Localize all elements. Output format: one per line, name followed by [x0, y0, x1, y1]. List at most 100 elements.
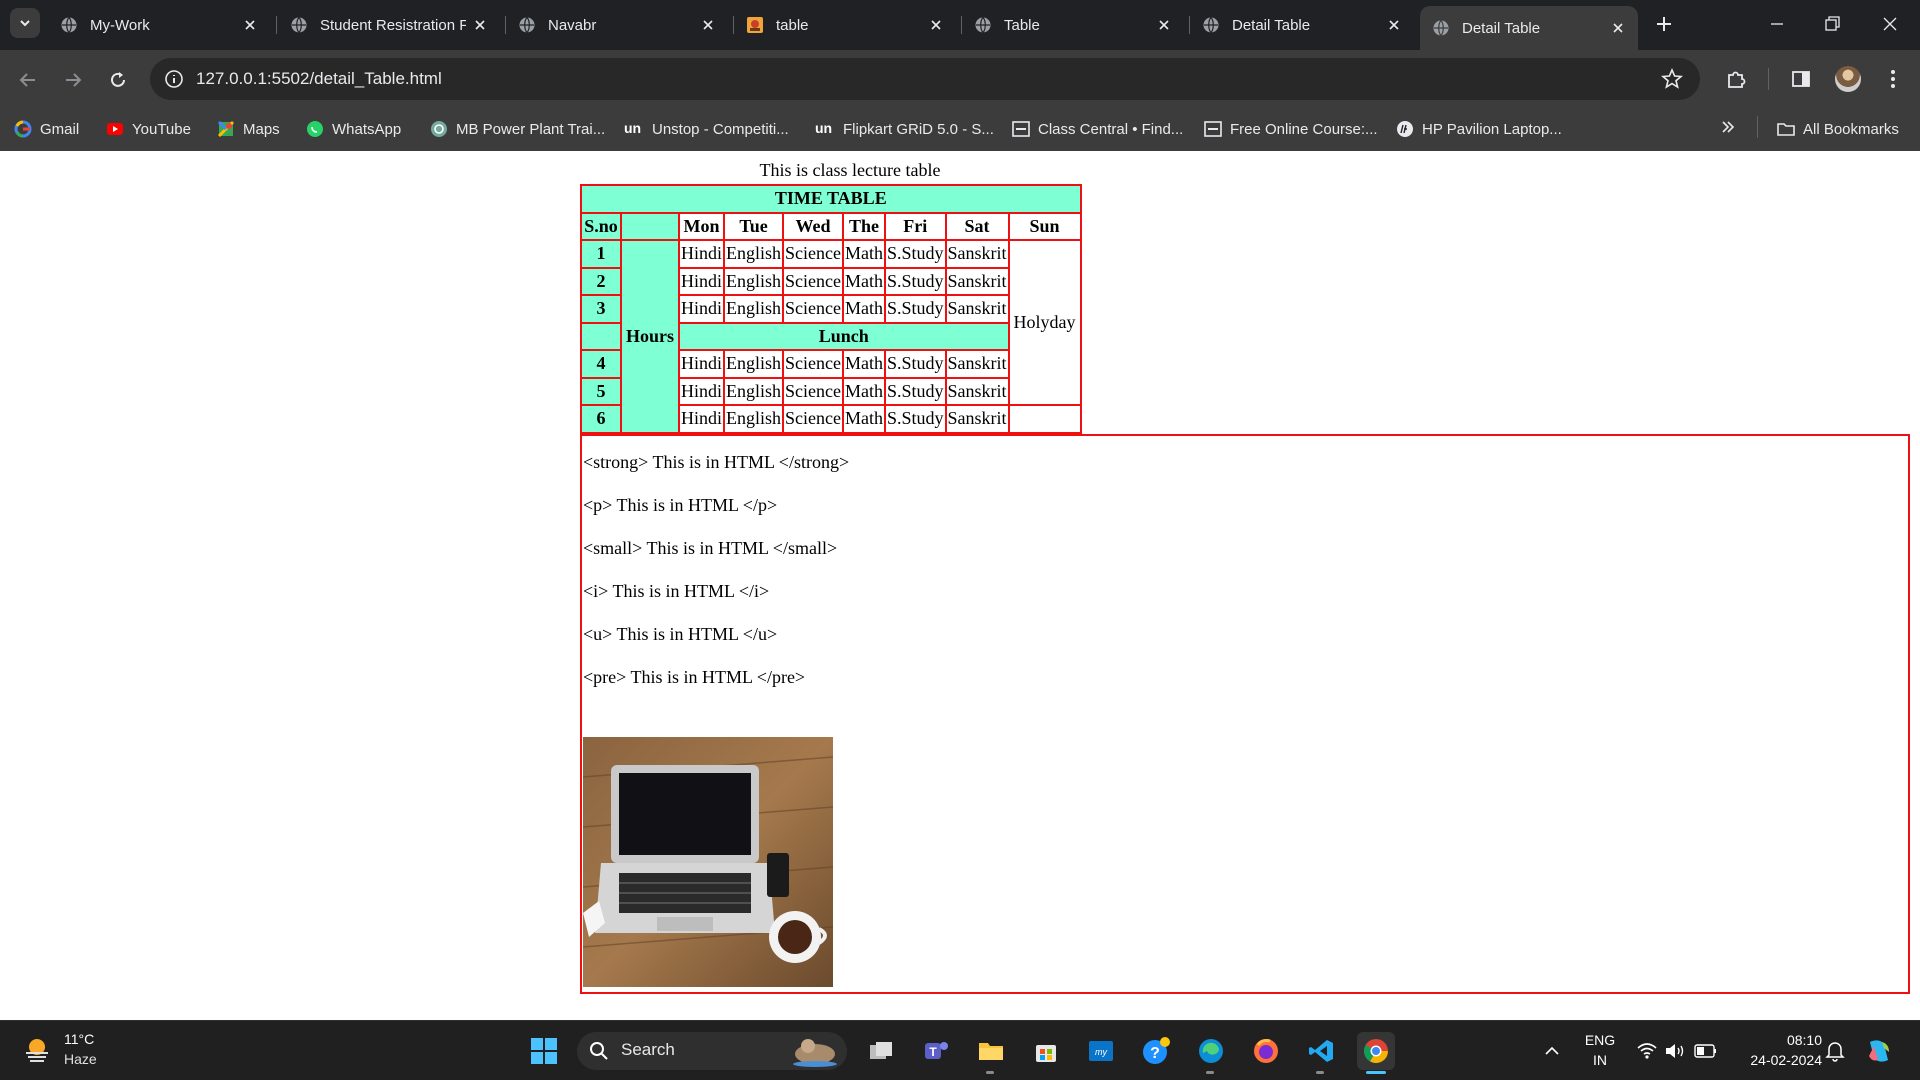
chevron-up-icon[interactable]	[1542, 1041, 1562, 1061]
wifi-icon[interactable]	[1636, 1041, 1658, 1061]
close-icon[interactable]	[1610, 20, 1626, 36]
teams-button[interactable]: T	[917, 1032, 955, 1070]
weather-temperature[interactable]: 11°C	[64, 1031, 94, 1047]
search-highlight-icon	[793, 1039, 837, 1067]
subject-cell: Sanskrit	[944, 239, 1010, 269]
google-icon	[14, 120, 32, 138]
window-close-icon[interactable]	[1878, 12, 1902, 36]
notification-bell-icon[interactable]	[1824, 1039, 1846, 1063]
all-bookmarks-button[interactable]: All Bookmarks	[1777, 116, 1899, 142]
minimize-icon[interactable]	[1765, 12, 1789, 36]
volume-icon[interactable]	[1664, 1041, 1686, 1061]
tab-detail-table[interactable]: Detail Table	[1190, 8, 1414, 42]
subject-cell: English	[723, 404, 785, 434]
sun-blank-cell	[1007, 404, 1082, 434]
subject-cell: Science	[782, 404, 844, 434]
table-caption: This is class lecture table	[759, 160, 941, 180]
row-number: 3	[580, 294, 622, 324]
globe-icon	[61, 17, 77, 33]
tab-table-photo[interactable]: table	[734, 8, 956, 42]
firefox-icon	[1254, 1039, 1278, 1063]
bookmark-hp-pavilion[interactable]: HP Pavilion Laptop...	[1396, 116, 1562, 142]
i-tag-line: <i> This is in HTML </i>	[583, 581, 770, 601]
forward-arrow-icon[interactable]	[60, 67, 86, 93]
subject-cell: Sanskrit	[944, 404, 1010, 434]
bookmark-youtube[interactable]: YouTube	[106, 116, 191, 142]
more-bookmarks-icon[interactable]	[1718, 117, 1738, 137]
chrome-button[interactable]	[1357, 1032, 1395, 1070]
new-tab-icon[interactable]	[1652, 12, 1676, 36]
strong-tag-line: <strong> This is in HTML </strong>	[583, 452, 850, 472]
copilot-icon[interactable]	[1864, 1036, 1894, 1066]
close-icon[interactable]	[700, 17, 716, 33]
weather-haze-icon[interactable]	[22, 1035, 52, 1065]
bookmark-class-central[interactable]: Class Central • Find...	[1012, 116, 1183, 142]
laptop-photo	[583, 737, 833, 987]
sno-header: S.no	[580, 211, 622, 241]
all-bookmarks-label: All Bookmarks	[1803, 120, 1899, 138]
lunch-sno-blank	[580, 321, 622, 351]
help-button[interactable]: ?	[1137, 1032, 1175, 1070]
bookmark-unstop[interactable]: un Unstop - Competiti...	[624, 116, 789, 142]
globe-icon	[291, 17, 307, 33]
help-icon: ?	[1143, 1037, 1170, 1064]
globe-icon	[1433, 20, 1449, 36]
profile-avatar[interactable]	[1835, 66, 1861, 92]
battery-icon[interactable]	[1694, 1043, 1718, 1059]
subject-cell: Hindi	[677, 239, 726, 269]
subject-cell: S.Study	[884, 239, 947, 269]
close-icon[interactable]	[928, 17, 944, 33]
back-arrow-icon[interactable]	[15, 67, 41, 93]
subject-cell: Sanskrit	[944, 349, 1010, 379]
folder-icon	[1777, 123, 1795, 136]
bookmark-gmail[interactable]: Gmail	[14, 116, 79, 142]
close-icon[interactable]	[1156, 17, 1172, 33]
region-indicator[interactable]: IN	[1582, 1052, 1618, 1068]
more-menu-icon[interactable]	[1880, 66, 1906, 92]
tab-detail-table-active[interactable]: Detail Table	[1420, 6, 1638, 50]
bookmark-mb-power-plant[interactable]: MB Power Plant Trai...	[430, 116, 605, 142]
close-icon[interactable]	[472, 17, 488, 33]
globe-icon	[519, 17, 535, 33]
weather-condition[interactable]: Haze	[64, 1051, 97, 1067]
url-text[interactable]: 127.0.0.1:5502/detail_Table.html	[196, 68, 442, 90]
day-header-mon: Mon	[677, 211, 726, 241]
close-icon[interactable]	[242, 17, 258, 33]
file-explorer-button[interactable]	[972, 1032, 1010, 1070]
bookmark-star-icon[interactable]	[1660, 67, 1684, 91]
side-panel-icon[interactable]	[1788, 66, 1814, 92]
clock-time[interactable]: 08:10	[1732, 1032, 1822, 1048]
row-number: 6	[580, 404, 622, 434]
bookmark-whatsapp[interactable]: WhatsApp	[306, 116, 401, 142]
bookmark-flipkart-grid[interactable]: un Flipkart GRiD 5.0 - S...	[815, 116, 994, 142]
vscode-button[interactable]	[1302, 1032, 1340, 1070]
start-button[interactable]	[525, 1032, 563, 1070]
hours-cell: Hours	[620, 239, 680, 434]
task-view-button[interactable]	[862, 1032, 900, 1070]
subject-cell: S.Study	[884, 349, 947, 379]
edge-button[interactable]	[1192, 1032, 1230, 1070]
tab-table[interactable]: Table	[962, 8, 1184, 42]
edge-icon	[1199, 1039, 1223, 1063]
bookmark-maps[interactable]: Maps	[217, 116, 280, 142]
restore-icon[interactable]	[1820, 12, 1844, 36]
myhp-button[interactable]: my	[1082, 1032, 1120, 1070]
svg-text:?: ?	[1150, 1045, 1160, 1062]
subject-cell: Hindi	[677, 376, 726, 406]
tab-student-registration[interactable]: Student Resistration F	[278, 8, 500, 42]
tab-title: Detail Table	[1232, 16, 1311, 34]
bookmark-free-online-course[interactable]: Free Online Course:...	[1204, 116, 1378, 142]
close-icon[interactable]	[1386, 17, 1402, 33]
clock-date[interactable]: 24-02-2024	[1732, 1052, 1822, 1068]
classcentral-icon	[1204, 121, 1222, 137]
firefox-button[interactable]	[1247, 1032, 1285, 1070]
site-info-icon[interactable]	[163, 68, 185, 90]
tab-search-button[interactable]	[10, 8, 40, 38]
extensions-icon[interactable]	[1723, 66, 1749, 92]
small-tag-line: <small> This is in HTML </small>	[583, 538, 838, 558]
tab-navabr[interactable]: Navabr	[506, 8, 728, 42]
reload-icon[interactable]	[105, 67, 131, 93]
language-indicator[interactable]: ENG	[1582, 1032, 1618, 1048]
store-button[interactable]	[1027, 1032, 1065, 1070]
tab-my-work[interactable]: My-Work	[48, 8, 270, 42]
